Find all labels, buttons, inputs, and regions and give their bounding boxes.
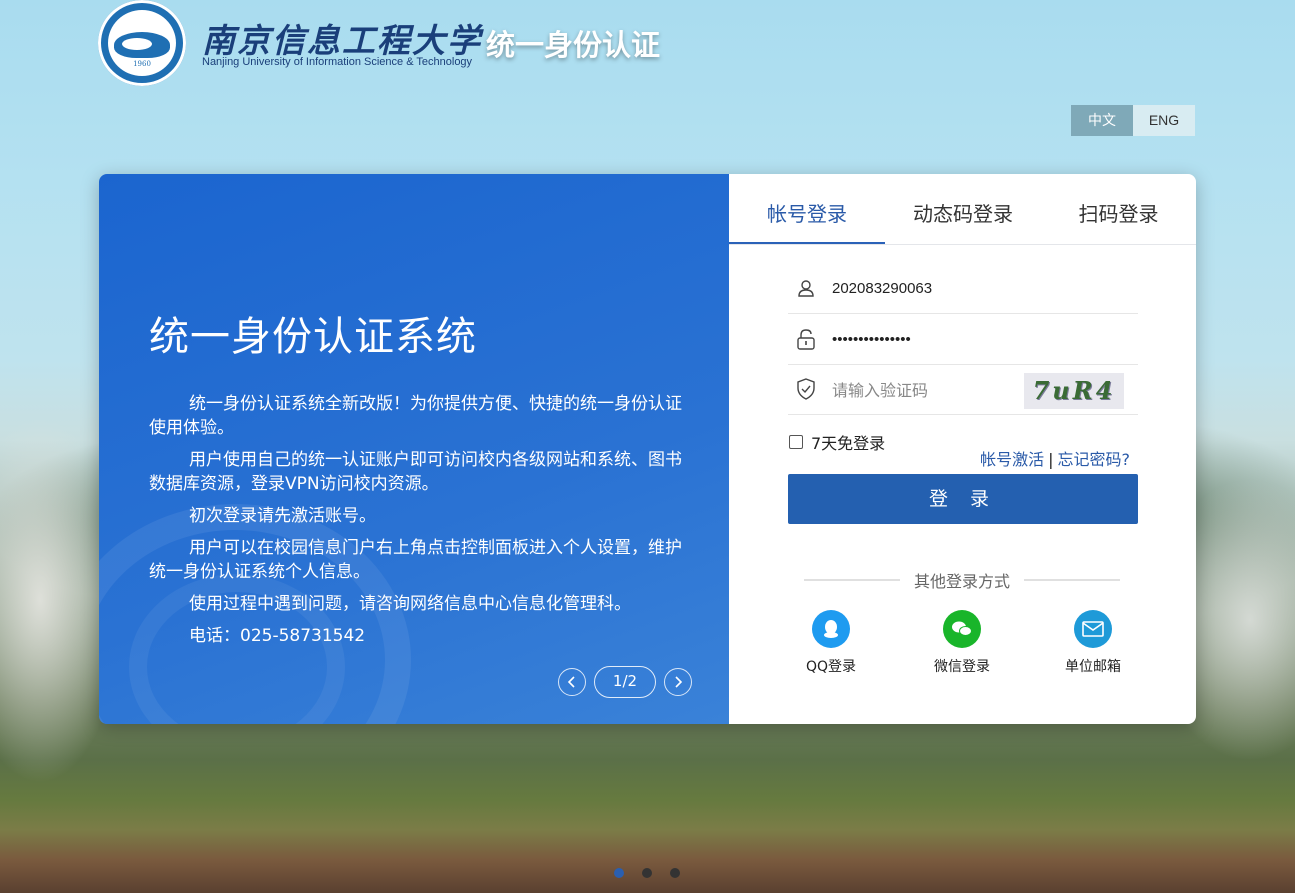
lang-en-button[interactable]: ENG <box>1133 105 1195 136</box>
intro-title: 统一身份认证系统 <box>149 314 477 360</box>
intro-paragraph: 用户可以在校园信息门户右上角点击控制面板进入个人设置，维护统一身份认证系统个人信… <box>149 538 682 582</box>
remember-me[interactable]: 7天免登录 <box>789 430 885 454</box>
intro-paragraph: 初次登录请先激活账号。 <box>189 506 376 526</box>
intro-pager: 1/2 <box>558 666 692 698</box>
university-logo: 1960 <box>98 0 186 86</box>
carousel-dot[interactable] <box>642 868 652 878</box>
login-tabs: 帐号登录 动态码登录 扫码登录 <box>729 174 1196 245</box>
login-card: 统一身份认证系统 统一身份认证系统全新改版！为你提供方便、快捷的统一身份认证使用… <box>99 174 1196 724</box>
next-page-button[interactable] <box>664 668 692 696</box>
other-login-heading: 其他登录方式 <box>804 568 1120 592</box>
remember-checkbox[interactable] <box>789 435 803 449</box>
shield-icon <box>794 377 818 401</box>
intro-paragraph: 用户使用自己的统一认证账户即可访问校内各级网站和系统、图书数据库资源，登录VPN… <box>149 450 682 494</box>
divider <box>804 579 900 581</box>
qq-login-button[interactable]: QQ登录 <box>791 610 871 676</box>
captcha-input[interactable]: 请输入验证码 <box>832 377 928 401</box>
account-links: 帐号激活 | 忘记密码? <box>980 446 1130 470</box>
carousel-dot[interactable] <box>670 868 680 878</box>
wechat-login-button[interactable]: 微信登录 <box>922 610 1002 676</box>
password-input[interactable]: ••••••••••••••• <box>832 331 911 348</box>
mail-icon <box>1074 610 1112 648</box>
university-name-en: Nanjing University of Information Scienc… <box>202 56 473 68</box>
mail-login-button[interactable]: 单位邮箱 <box>1053 610 1133 676</box>
qq-icon <box>812 610 850 648</box>
active-tab-underline <box>729 242 885 244</box>
language-switch: 中文 ENG <box>1071 105 1195 136</box>
captcha-image[interactable]: 7uR4 <box>1024 373 1124 409</box>
user-icon <box>794 276 818 300</box>
carousel-indicators <box>614 868 698 878</box>
tab-account-login[interactable]: 帐号登录 <box>729 198 885 227</box>
page-indicator: 1/2 <box>594 666 656 698</box>
captcha-field[interactable]: 请输入验证码 7uR4 <box>788 364 1138 415</box>
password-field[interactable]: ••••••••••••••• <box>788 314 1138 365</box>
carousel-dot[interactable] <box>614 868 624 878</box>
username-field[interactable]: 202083290063 <box>788 263 1138 314</box>
mail-login-label: 单位邮箱 <box>1065 659 1121 675</box>
login-panel: 帐号登录 动态码登录 扫码登录 202083290063 •••••••••••… <box>729 174 1196 724</box>
header: 1960 南京信息工程大学 Nanjing University of Info… <box>98 0 798 90</box>
qq-login-label: QQ登录 <box>805 659 857 675</box>
chevron-right-icon <box>675 676 683 688</box>
university-name-cn: 南京信息工程大学 <box>202 21 482 60</box>
lock-icon <box>794 327 818 351</box>
prev-page-button[interactable] <box>558 668 586 696</box>
system-title: 统一身份认证 <box>486 28 661 62</box>
tab-qr-login[interactable]: 扫码登录 <box>1041 198 1196 227</box>
divider <box>1024 579 1120 581</box>
intro-paragraph: 统一身份认证系统全新改版！为你提供方便、快捷的统一身份认证使用体验。 <box>149 394 682 438</box>
lang-cn-button[interactable]: 中文 <box>1071 105 1133 136</box>
login-button[interactable]: 登 录 <box>788 474 1138 524</box>
activate-account-link[interactable]: 帐号激活 <box>980 450 1044 469</box>
chevron-left-icon <box>567 676 575 688</box>
intro-panel: 统一身份认证系统 统一身份认证系统全新改版！为你提供方便、快捷的统一身份认证使用… <box>99 174 729 724</box>
remember-label: 7天免登录 <box>811 434 886 453</box>
link-separator: | <box>1048 450 1054 469</box>
logo-year: 1960 <box>133 60 151 68</box>
forgot-password-link[interactable]: 忘记密码? <box>1058 450 1131 469</box>
intro-paragraph: 使用过程中遇到问题，请咨询网络信息中心信息化管理科。 <box>189 594 631 614</box>
intro-text: 统一身份认证系统全新改版！为你提供方便、快捷的统一身份认证使用体验。 用户使用自… <box>149 392 687 656</box>
intro-phone: 电话：025-58731542 <box>189 626 366 646</box>
wechat-login-label: 微信登录 <box>934 659 990 675</box>
wechat-icon <box>943 610 981 648</box>
other-login-title: 其他登录方式 <box>913 572 1010 591</box>
username-input[interactable]: 202083290063 <box>832 280 932 297</box>
tab-dynamic-code-login[interactable]: 动态码登录 <box>885 198 1041 227</box>
